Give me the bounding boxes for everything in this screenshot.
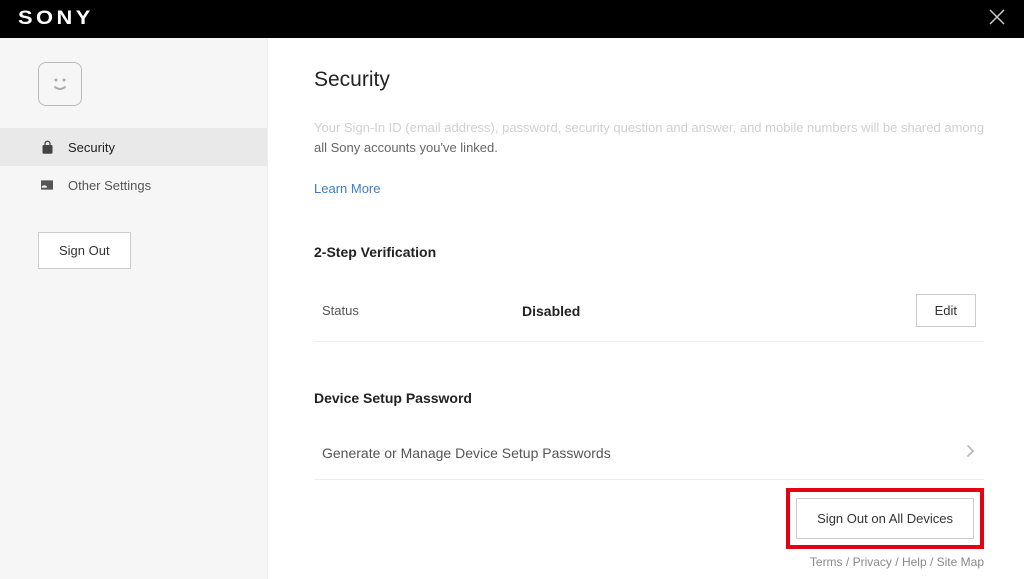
status-value: Disabled xyxy=(522,303,916,319)
avatar-container xyxy=(0,62,267,128)
intro-line-1: Your Sign-In ID (email address), passwor… xyxy=(314,118,984,138)
sidebar-item-label: Other Settings xyxy=(68,178,151,193)
lock-icon xyxy=(38,138,56,156)
main-content: Security Your Sign-In ID (email address)… xyxy=(268,38,1024,579)
intro-text: Your Sign-In ID (email address), passwor… xyxy=(314,118,984,157)
sidebar-item-security[interactable]: Security xyxy=(0,128,267,166)
avatar-face-icon xyxy=(47,71,73,97)
intro-line-2: all Sony accounts you've linked. xyxy=(314,138,984,158)
top-bar: SONY xyxy=(0,0,1024,38)
footer-sitemap-link[interactable]: Site Map xyxy=(937,555,984,569)
edit-button[interactable]: Edit xyxy=(916,294,976,327)
footer-privacy-link[interactable]: Privacy xyxy=(853,555,892,569)
footer-terms-link[interactable]: Terms xyxy=(810,555,843,569)
sign-out-button[interactable]: Sign Out xyxy=(38,232,131,269)
status-label: Status xyxy=(322,303,522,318)
device-password-heading: Device Setup Password xyxy=(314,390,984,406)
id-card-icon xyxy=(38,176,56,194)
page-title: Security xyxy=(314,68,984,92)
manage-device-passwords-link[interactable]: Generate or Manage Device Setup Password… xyxy=(314,426,984,480)
footer-links: Terms / Privacy / Help / Site Map xyxy=(810,555,984,569)
sign-out-all-highlight: Sign Out on All Devices xyxy=(786,488,984,549)
two-step-status-row: Status Disabled Edit xyxy=(314,280,984,342)
close-icon[interactable] xyxy=(988,6,1006,32)
brand-logo: SONY xyxy=(18,8,94,30)
sidebar-item-other-settings[interactable]: Other Settings xyxy=(0,166,267,204)
footer-help-link[interactable]: Help xyxy=(902,555,927,569)
link-row-label: Generate or Manage Device Setup Password… xyxy=(322,445,611,461)
sidebar: Security Other Settings Sign Out xyxy=(0,38,268,579)
two-step-heading: 2-Step Verification xyxy=(314,244,984,260)
sidebar-item-label: Security xyxy=(68,140,115,155)
chevron-right-icon xyxy=(966,442,976,463)
sign-out-all-devices-button[interactable]: Sign Out on All Devices xyxy=(796,498,974,539)
learn-more-link[interactable]: Learn More xyxy=(314,181,380,196)
avatar[interactable] xyxy=(38,62,82,106)
